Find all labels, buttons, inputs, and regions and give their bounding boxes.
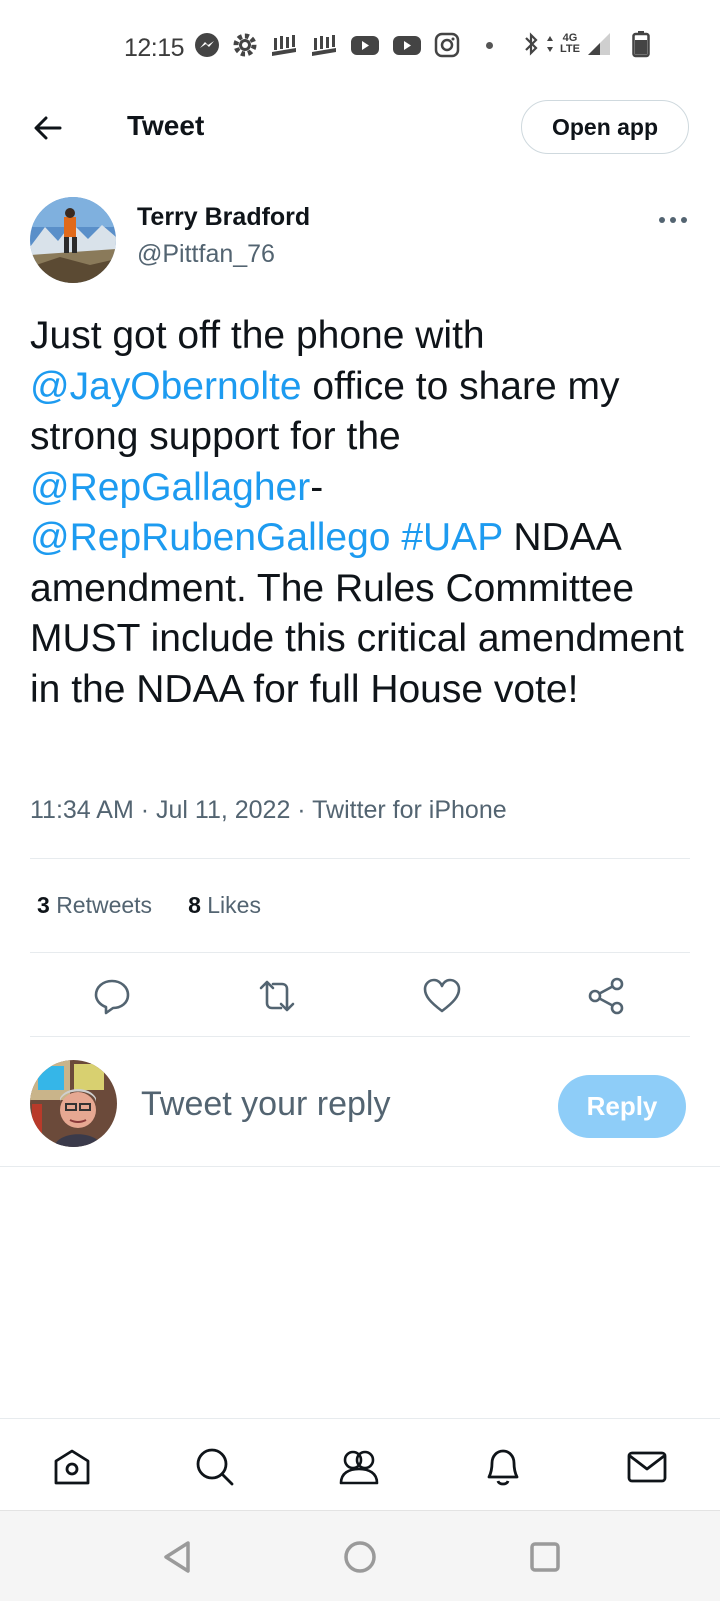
communities-icon (339, 1450, 379, 1485)
mention-link[interactable]: @RepRubenGallego (30, 516, 390, 559)
search-icon (196, 1448, 234, 1486)
engagement-stats: 3 Retweets 8 Likes (37, 892, 261, 919)
back-button[interactable] (30, 110, 66, 146)
retweets-stat[interactable]: 3 Retweets (37, 892, 152, 919)
divider (30, 1036, 690, 1037)
heart-icon (423, 978, 461, 1013)
tab-notifications[interactable] (481, 1445, 525, 1489)
bottom-tab-bar (0, 1418, 720, 1511)
tweet-timestamp[interactable]: 11:34 AM · Jul 11, 2022 · Twitter for iP… (30, 796, 507, 825)
data-arrows-icon (546, 34, 554, 54)
divider (30, 858, 690, 859)
home-icon (54, 1449, 90, 1485)
retweet-action-button[interactable] (257, 976, 297, 1016)
nav-home-button[interactable] (342, 1539, 378, 1575)
likes-stat[interactable]: 8 Likes (188, 892, 261, 919)
back-arrow-icon (34, 116, 62, 140)
notification-icons (194, 32, 493, 58)
bluetooth-icon (522, 30, 540, 58)
app-icon (310, 32, 338, 58)
tab-messages[interactable] (625, 1445, 669, 1489)
bell-icon (487, 1449, 519, 1486)
divider (0, 1166, 720, 1167)
network-type: 4G LTE (560, 32, 580, 55)
circle-home-icon (344, 1541, 376, 1573)
status-bar: 12:15 4G LTE (0, 0, 720, 96)
mention-link[interactable]: @JayObernolte (30, 365, 302, 408)
signal-icon (586, 31, 612, 57)
mail-icon (627, 1451, 667, 1483)
more-icon (659, 217, 687, 223)
triangle-back-icon (164, 1541, 190, 1573)
author-avatar[interactable] (30, 197, 116, 283)
reply-button[interactable]: Reply (558, 1075, 686, 1138)
tab-communities[interactable] (337, 1445, 381, 1489)
reply-input[interactable]: Tweet your reply (141, 1085, 390, 1124)
tab-home[interactable] (50, 1445, 94, 1489)
youtube-icon (350, 32, 380, 58)
more-options-button[interactable] (658, 214, 688, 226)
mention-link[interactable]: @RepGallagher (30, 466, 310, 509)
comment-icon (94, 979, 130, 1015)
like-action-button[interactable] (422, 976, 462, 1016)
retweet-icon (259, 980, 295, 1012)
more-notifications-dot (486, 41, 493, 49)
tweet-actions (0, 960, 720, 1030)
status-time: 12:15 (124, 34, 185, 62)
share-icon (588, 977, 624, 1015)
nav-back-button[interactable] (160, 1539, 196, 1575)
open-app-button[interactable]: Open app (521, 100, 689, 154)
messenger-icon (194, 32, 220, 58)
tab-search[interactable] (193, 1445, 237, 1489)
author-name[interactable]: Terry Bradford (137, 203, 310, 232)
reply-action-button[interactable] (92, 976, 132, 1016)
app-icon (270, 32, 298, 58)
settings-icon (232, 32, 258, 58)
top-header: Tweet Open app (0, 96, 720, 160)
tweet-text: Just got off the phone with @JayObernolt… (30, 314, 684, 711)
system-navigation-bar (0, 1510, 720, 1601)
nav-recents-button[interactable] (527, 1539, 563, 1575)
battery-icon (632, 30, 650, 58)
hashtag-link[interactable]: #UAP (401, 516, 502, 559)
share-action-button[interactable] (587, 976, 627, 1016)
user-avatar (30, 1060, 117, 1147)
youtube-icon (392, 32, 422, 58)
instagram-icon (434, 32, 460, 58)
system-icons: 4G LTE (522, 30, 650, 58)
page-title: Tweet (127, 110, 205, 141)
square-recents-icon (530, 1542, 560, 1572)
divider (30, 952, 690, 953)
author-handle[interactable]: @Pittfan_76 (137, 240, 275, 269)
